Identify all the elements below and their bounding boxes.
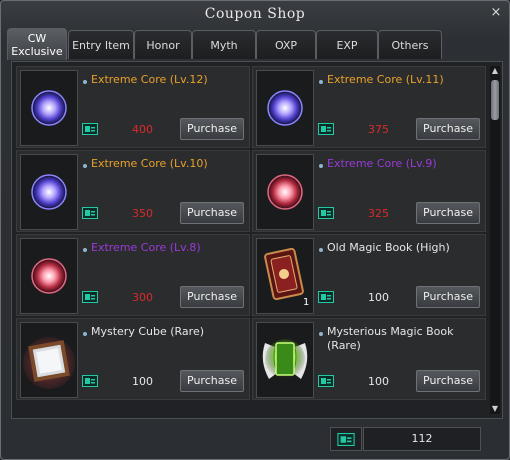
coupon-icon [318,123,334,135]
tab-exp[interactable]: EXP [316,30,378,59]
shop-item: Extreme Core (Lv.12) 400 Purchase [16,66,250,148]
coupon-icon [318,207,334,219]
bullet-icon [83,332,87,336]
bullet-icon [319,164,323,168]
coupon-balance: 112 [363,427,481,451]
item-list-panel: Extreme Core (Lv.12) 400 Purchase Extrem… [11,61,503,419]
purchase-button[interactable]: Purchase [416,370,480,392]
coupon-shop-window: Coupon Shop × CW Exclusive Entry Item Hon… [0,0,510,460]
extreme-core-blue-icon [31,174,67,210]
shop-item: Extreme Core (Lv.10) 350 Purchase [16,150,250,232]
item-name: Extreme Core (Lv.9) [327,157,437,170]
tab-oxp[interactable]: OXP [256,30,316,59]
scrollbar-thumb[interactable] [491,80,499,120]
extreme-core-blue-icon [31,90,67,126]
purchase-button[interactable]: Purchase [416,286,480,308]
coupon-icon [82,291,98,303]
shop-item: Extreme Core (Lv.9) 325 Purchase [252,150,486,232]
scrollbar[interactable]: ▲ ▼ [490,66,500,414]
scroll-up-icon[interactable]: ▲ [490,66,500,76]
bullet-icon [319,332,323,336]
coupon-icon [82,207,98,219]
tab-label: CW Exclusive [11,31,63,58]
shop-item: Mysterious Magic Book (Rare) 100 Purchas… [252,318,486,400]
window-title: Coupon Shop [204,6,306,22]
item-name: Mysterious Magic Book (Rare) [327,325,454,352]
item-name: Extreme Core (Lv.12) [91,73,208,86]
coupon-icon [318,291,334,303]
item-count-badge: 1 [303,297,309,307]
item-icon-frame[interactable] [20,70,78,146]
tab-others[interactable]: Others [378,30,442,59]
tab-honor[interactable]: Honor [134,30,192,59]
purchase-button[interactable]: Purchase [416,202,480,224]
item-name: Extreme Core (Lv.11) [327,73,444,86]
purchase-button[interactable]: Purchase [180,370,244,392]
scroll-down-icon[interactable]: ▼ [490,404,500,414]
item-price: 100 [368,291,389,304]
footer-coupon-icon-box [330,427,362,451]
item-price: 350 [132,207,153,220]
item-price: 375 [368,123,389,136]
tab-myth[interactable]: Myth [192,30,256,59]
bullet-icon [319,248,323,252]
shop-item: Extreme Core (Lv.11) 375 Purchase [252,66,486,148]
item-icon-frame[interactable] [20,238,78,314]
title-bar[interactable]: Coupon Shop [1,1,509,27]
item-price: 325 [368,207,389,220]
item-name: Extreme Core (Lv.8) [91,241,201,254]
item-icon-frame[interactable] [20,322,78,398]
bullet-icon [83,248,87,252]
item-price: 100 [368,375,389,388]
item-price: 400 [132,123,153,136]
bullet-icon [319,80,323,84]
mystery-cube-icon [23,337,75,389]
purchase-button[interactable]: Purchase [416,118,480,140]
mysterious-magic-book-icon [262,339,308,379]
item-icon-frame[interactable] [256,322,314,398]
coupon-icon [82,123,98,135]
purchase-button[interactable]: Purchase [180,118,244,140]
extreme-core-red-icon [31,258,67,294]
old-magic-book-icon: 1 [264,247,309,307]
coupon-icon [337,432,355,446]
tab-entry-item[interactable]: Entry Item [68,30,134,59]
item-icon-frame[interactable] [256,154,314,230]
item-icon-frame[interactable] [20,154,78,230]
coupon-icon [82,375,98,387]
item-icon-frame[interactable] [256,70,314,146]
bullet-icon [83,80,87,84]
item-name: Old Magic Book (High) [327,241,450,254]
purchase-button[interactable]: Purchase [180,202,244,224]
close-icon[interactable]: × [489,6,503,20]
bullet-icon [83,164,87,168]
purchase-button[interactable]: Purchase [180,286,244,308]
shop-item: Extreme Core (Lv.8) 300 Purchase [16,234,250,316]
shop-item: Mystery Cube (Rare) 100 Purchase [16,318,250,400]
shop-item: 1 Old Magic Book (High) 100 Purchase [252,234,486,316]
extreme-core-blue-icon [267,90,303,126]
item-price: 100 [132,375,153,388]
coupon-icon [318,375,334,387]
extreme-core-red-icon [267,174,303,210]
item-name: Extreme Core (Lv.10) [91,157,208,170]
tab-cw-exclusive[interactable]: CW Exclusive [7,28,67,60]
item-price: 300 [132,291,153,304]
item-name: Mystery Cube (Rare) [91,325,205,338]
item-icon-frame[interactable]: 1 [256,238,314,314]
